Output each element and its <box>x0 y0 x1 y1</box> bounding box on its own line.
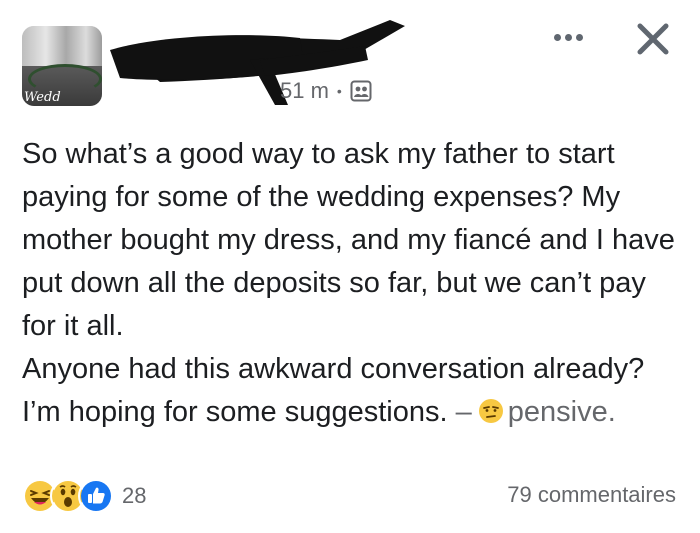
more-dots-icon <box>553 33 561 41</box>
post-time[interactable]: 51 m <box>280 78 329 104</box>
post-header: Wedd 51 m • <box>0 0 700 120</box>
pensive-emoji-icon <box>478 399 503 423</box>
more-dot <box>564 33 572 41</box>
post-footer: 28 79 commentaires <box>0 474 700 514</box>
post-body: So what’s a good way to ask my father to… <box>22 133 682 434</box>
avatar-label: Wedd <box>24 90 61 105</box>
close-icon <box>637 23 669 55</box>
like-reaction <box>78 478 114 514</box>
comments-count[interactable]: 79 commentaires <box>507 482 676 508</box>
avatar[interactable]: Wedd <box>22 26 102 106</box>
post-paragraph-last: Anyone had this awkward conversation alr… <box>22 348 682 434</box>
close-button[interactable] <box>630 16 676 62</box>
reactions-summary[interactable]: 28 <box>22 478 146 514</box>
meta-separator: • <box>336 83 342 99</box>
like-reaction-icon <box>81 481 111 511</box>
more-options-button[interactable] <box>548 22 588 52</box>
post-meta: 51 m • <box>280 78 372 104</box>
more-dot <box>575 33 583 41</box>
feeling-label: pensive. <box>507 396 616 428</box>
group-privacy-icon <box>350 80 372 102</box>
reaction-count[interactable]: 28 <box>122 483 146 509</box>
post-paragraph: So what’s a good way to ask my father to… <box>22 138 675 342</box>
feeling-dash: – <box>455 396 472 428</box>
